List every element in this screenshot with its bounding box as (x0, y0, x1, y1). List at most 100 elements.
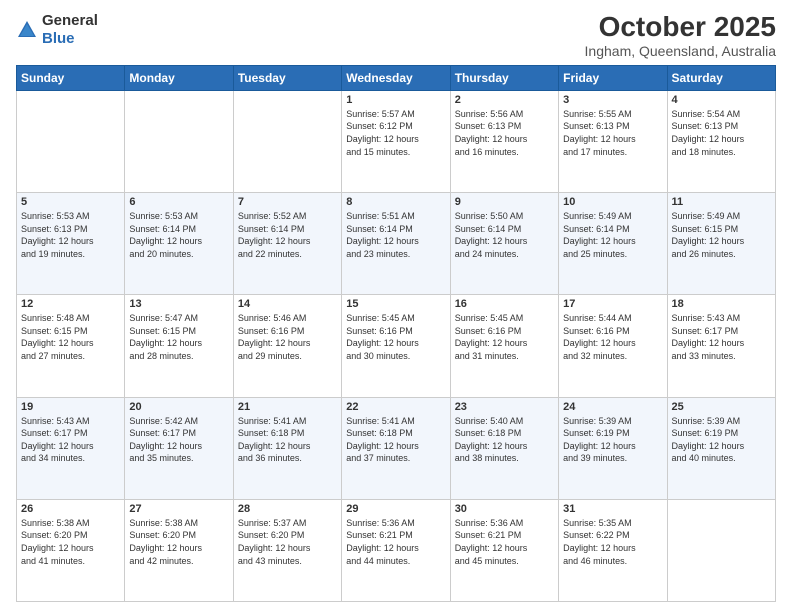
day-number: 31 (563, 503, 662, 515)
calendar-week-row: 5Sunrise: 5:53 AMSunset: 6:13 PMDaylight… (17, 193, 776, 295)
day-number: 15 (346, 298, 445, 310)
table-row: 15 Sunrise: 5:45 AMSunset: 6:16 PMDayligh… (342, 295, 450, 397)
day-number: 21 (238, 401, 337, 413)
table-row: 23 Sunrise: 5:40 AMSunset: 6:18 PMDayligh… (450, 397, 558, 499)
title-block: October 2025 Ingham, Queensland, Austral… (585, 12, 776, 59)
day-number: 3 (563, 94, 662, 106)
col-tuesday: Tuesday (233, 65, 341, 90)
table-row: 17Sunrise: 5:44 AMSunset: 6:16 PMDayligh… (559, 295, 667, 397)
table-row: 7Sunrise: 5:52 AMSunset: 6:14 PMDaylight… (233, 193, 341, 295)
col-thursday: Thursday (450, 65, 558, 90)
day-info: Sunrise: 5:45 AMSunset: 6:16 PMDaylight:… (346, 312, 445, 362)
day-number: 28 (238, 503, 337, 515)
table-row: 21 Sunrise: 5:41 AMSunset: 6:18 PMDayligh… (233, 397, 341, 499)
table-row: 14Sunrise: 5:46 AMSunset: 6:16 PMDayligh… (233, 295, 341, 397)
calendar-header-row: Sunday Monday Tuesday Wednesday Thursday… (17, 65, 776, 90)
table-row: 6 Sunrise: 5:53 AMSunset: 6:14 PMDaylight… (125, 193, 233, 295)
day-number: 6 (129, 196, 228, 208)
day-info: Sunrise: 5:45 AMSunset: 6:16 PMDaylight:… (455, 312, 554, 362)
day-number: 1 (346, 94, 445, 106)
calendar-table: Sunday Monday Tuesday Wednesday Thursday… (16, 65, 776, 602)
day-number: 29 (346, 503, 445, 515)
day-info: Sunrise: 5:41 AMSunset: 6:18 PMDaylight:… (346, 415, 445, 465)
day-number: 2 (455, 94, 554, 106)
table-row: 2 Sunrise: 5:56 AMSunset: 6:13 PMDaylight… (450, 90, 558, 192)
table-row: 20Sunrise: 5:42 AMSunset: 6:17 PMDayligh… (125, 397, 233, 499)
day-number: 22 (346, 401, 445, 413)
calendar-week-row: 26Sunrise: 5:38 AMSunset: 6:20 PMDayligh… (17, 499, 776, 601)
day-number: 14 (238, 298, 337, 310)
table-row: 25Sunrise: 5:39 AMSunset: 6:19 PMDayligh… (667, 397, 775, 499)
calendar-week-row: 1Sunrise: 5:57 AMSunset: 6:12 PMDaylight… (17, 90, 776, 192)
day-number: 19 (21, 401, 120, 413)
table-row (17, 90, 125, 192)
table-row: 29 Sunrise: 5:36 AMSunset: 6:21 PMDayligh… (342, 499, 450, 601)
table-row: 16 Sunrise: 5:45 AMSunset: 6:16 PMDayligh… (450, 295, 558, 397)
logo-text: General Blue (42, 12, 98, 48)
sub-title: Ingham, Queensland, Australia (585, 43, 776, 59)
table-row: 30 Sunrise: 5:36 AMSunset: 6:21 PMDayligh… (450, 499, 558, 601)
day-info: Sunrise: 5:53 AMSunset: 6:14 PMDaylight:… (129, 210, 228, 260)
logo-icon (16, 19, 38, 41)
table-row: 13Sunrise: 5:47 AMSunset: 6:15 PMDayligh… (125, 295, 233, 397)
table-row: 19 Sunrise: 5:43 AMSunset: 6:17 PMDayligh… (17, 397, 125, 499)
calendar-week-row: 12Sunrise: 5:48 AMSunset: 6:15 PMDayligh… (17, 295, 776, 397)
day-info: Sunrise: 5:49 AMSunset: 6:14 PMDaylight:… (563, 210, 662, 260)
day-info: Sunrise: 5:40 AMSunset: 6:18 PMDaylight:… (455, 415, 554, 465)
table-row (233, 90, 341, 192)
table-row: 18 Sunrise: 5:43 AMSunset: 6:17 PMDayligh… (667, 295, 775, 397)
col-saturday: Saturday (667, 65, 775, 90)
day-info: Sunrise: 5:49 AMSunset: 6:15 PMDaylight:… (672, 210, 771, 260)
table-row: 4Sunrise: 5:54 AMSunset: 6:13 PMDaylight… (667, 90, 775, 192)
day-info: Sunrise: 5:39 AMSunset: 6:19 PMDaylight:… (563, 415, 662, 465)
day-number: 16 (455, 298, 554, 310)
day-info: Sunrise: 5:48 AMSunset: 6:15 PMDaylight:… (21, 312, 120, 362)
day-info: Sunrise: 5:38 AMSunset: 6:20 PMDaylight:… (21, 517, 120, 567)
table-row (125, 90, 233, 192)
day-info: Sunrise: 5:51 AMSunset: 6:14 PMDaylight:… (346, 210, 445, 260)
day-info: Sunrise: 5:38 AMSunset: 6:20 PMDaylight:… (129, 517, 228, 567)
day-info: Sunrise: 5:53 AMSunset: 6:13 PMDaylight:… (21, 210, 120, 260)
day-info: Sunrise: 5:41 AMSunset: 6:18 PMDaylight:… (238, 415, 337, 465)
day-number: 8 (346, 196, 445, 208)
table-row: 10 Sunrise: 5:49 AMSunset: 6:14 PMDayligh… (559, 193, 667, 295)
day-info: Sunrise: 5:55 AMSunset: 6:13 PMDaylight:… (563, 108, 662, 158)
col-monday: Monday (125, 65, 233, 90)
logo: General Blue (16, 12, 98, 48)
day-info: Sunrise: 5:50 AMSunset: 6:14 PMDaylight:… (455, 210, 554, 260)
col-wednesday: Wednesday (342, 65, 450, 90)
logo-general: General (42, 12, 98, 30)
calendar-week-row: 19 Sunrise: 5:43 AMSunset: 6:17 PMDayligh… (17, 397, 776, 499)
table-row: 11 Sunrise: 5:49 AMSunset: 6:15 PMDayligh… (667, 193, 775, 295)
day-number: 11 (672, 196, 771, 208)
table-row: 3 Sunrise: 5:55 AMSunset: 6:13 PMDaylight… (559, 90, 667, 192)
table-row: 9 Sunrise: 5:50 AMSunset: 6:14 PMDaylight… (450, 193, 558, 295)
day-number: 30 (455, 503, 554, 515)
day-number: 24 (563, 401, 662, 413)
day-number: 18 (672, 298, 771, 310)
day-number: 23 (455, 401, 554, 413)
table-row: 31Sunrise: 5:35 AMSunset: 6:22 PMDayligh… (559, 499, 667, 601)
day-info: Sunrise: 5:56 AMSunset: 6:13 PMDaylight:… (455, 108, 554, 158)
day-info: Sunrise: 5:39 AMSunset: 6:19 PMDaylight:… (672, 415, 771, 465)
day-number: 27 (129, 503, 228, 515)
table-row: 22 Sunrise: 5:41 AMSunset: 6:18 PMDayligh… (342, 397, 450, 499)
day-number: 10 (563, 196, 662, 208)
day-number: 9 (455, 196, 554, 208)
logo-blue: Blue (42, 30, 98, 48)
day-number: 13 (129, 298, 228, 310)
table-row (667, 499, 775, 601)
day-info: Sunrise: 5:43 AMSunset: 6:17 PMDaylight:… (672, 312, 771, 362)
page: General Blue October 2025 Ingham, Queens… (0, 0, 792, 612)
day-info: Sunrise: 5:52 AMSunset: 6:14 PMDaylight:… (238, 210, 337, 260)
day-info: Sunrise: 5:54 AMSunset: 6:13 PMDaylight:… (672, 108, 771, 158)
col-friday: Friday (559, 65, 667, 90)
day-info: Sunrise: 5:36 AMSunset: 6:21 PMDaylight:… (346, 517, 445, 567)
day-number: 20 (129, 401, 228, 413)
day-info: Sunrise: 5:36 AMSunset: 6:21 PMDaylight:… (455, 517, 554, 567)
day-number: 17 (563, 298, 662, 310)
table-row: 27 Sunrise: 5:38 AMSunset: 6:20 PMDayligh… (125, 499, 233, 601)
day-info: Sunrise: 5:37 AMSunset: 6:20 PMDaylight:… (238, 517, 337, 567)
day-info: Sunrise: 5:43 AMSunset: 6:17 PMDaylight:… (21, 415, 120, 465)
table-row: 28 Sunrise: 5:37 AMSunset: 6:20 PMDayligh… (233, 499, 341, 601)
